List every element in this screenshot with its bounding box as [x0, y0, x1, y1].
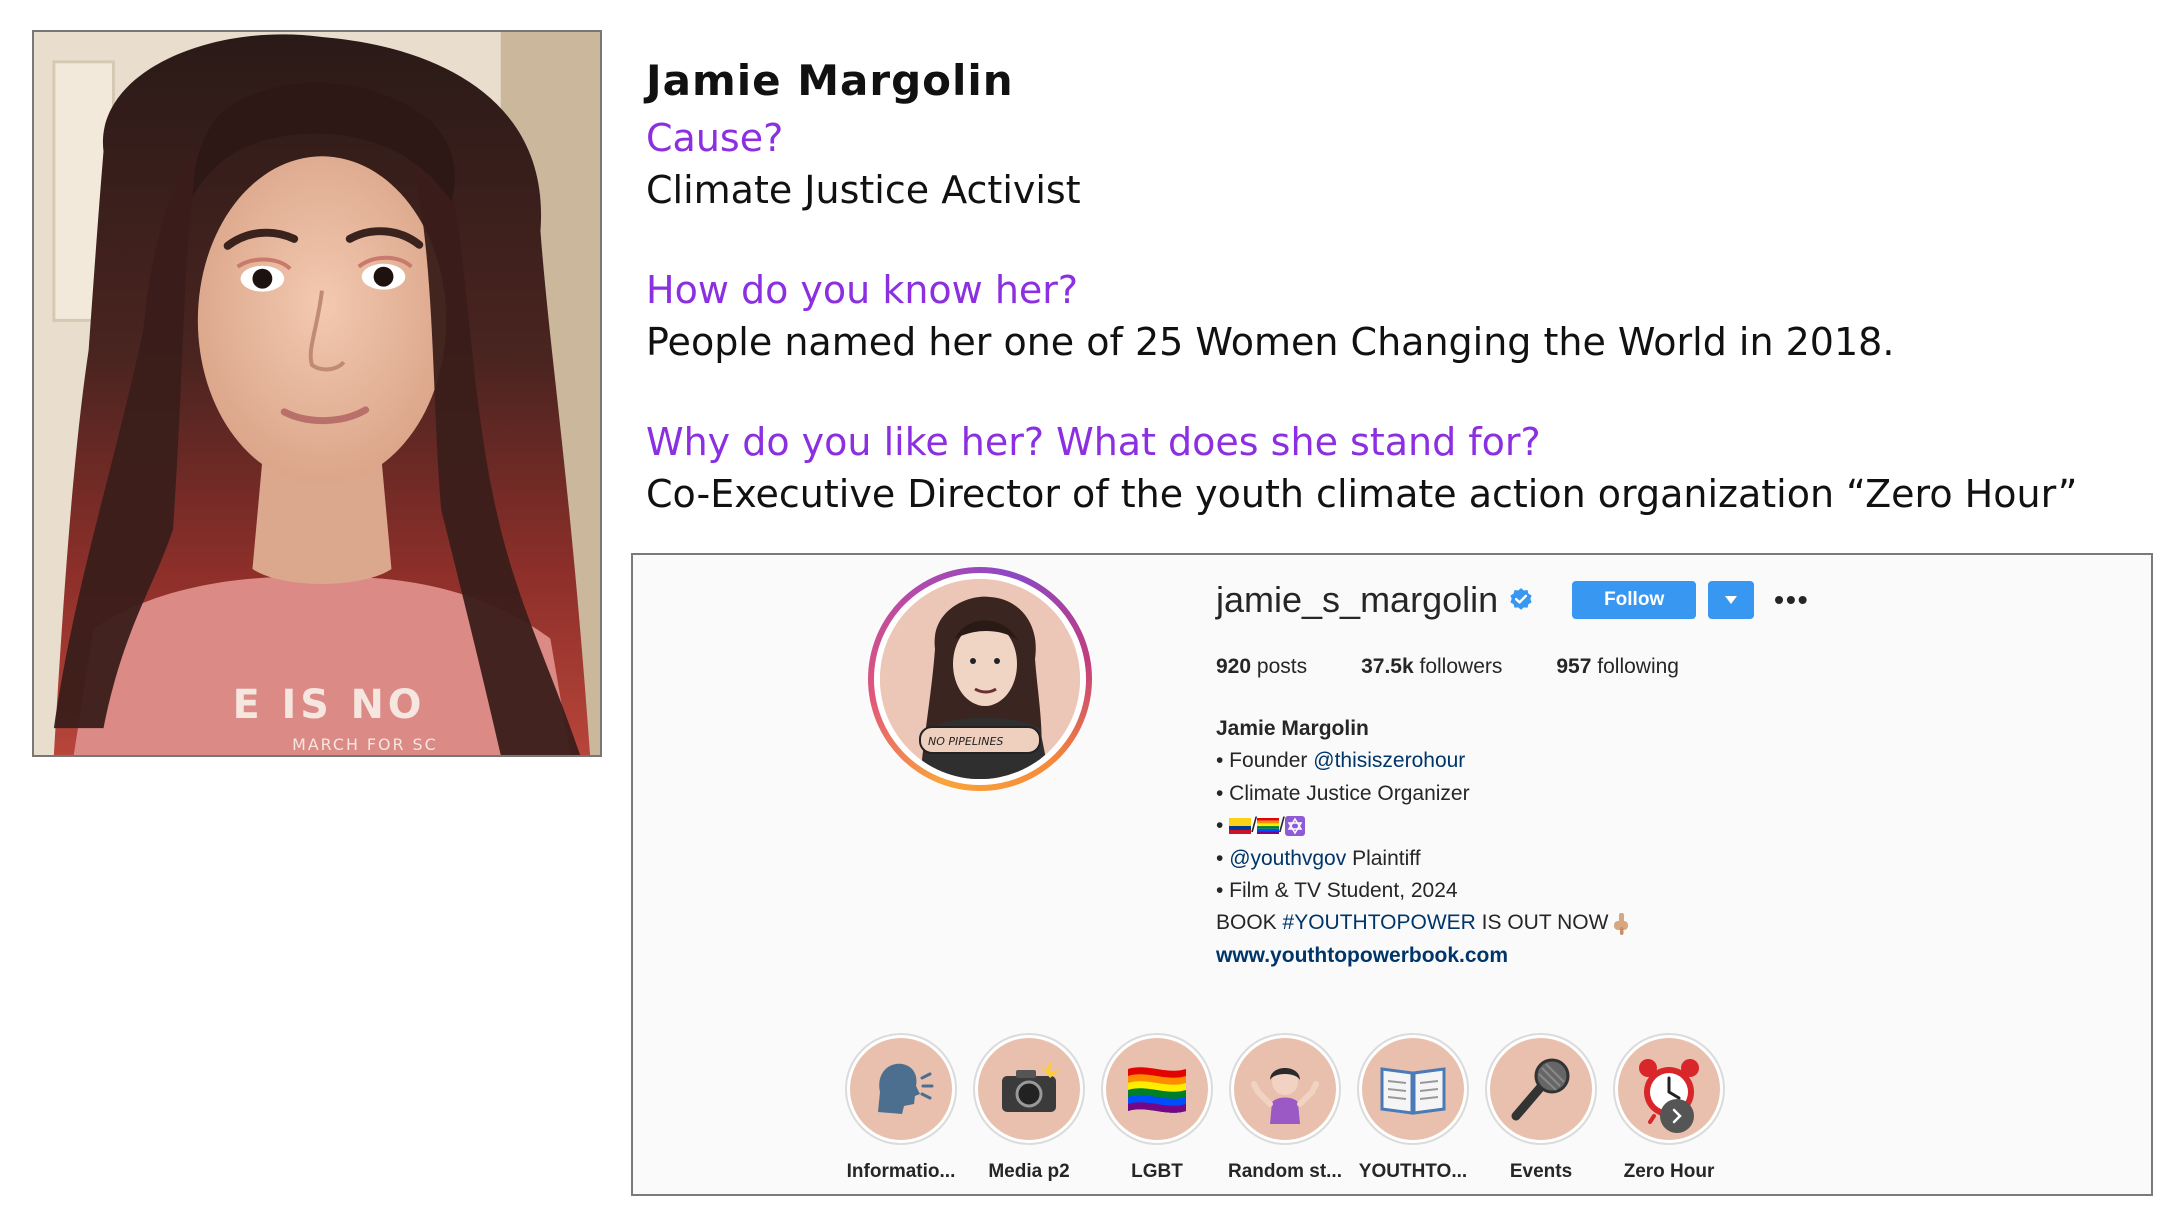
bio-founder-line: • Founder @thisiszerohour — [1216, 745, 1630, 777]
highlight-thumbnail — [1234, 1038, 1336, 1140]
bio-student-line: • Film & TV Student, 2024 — [1216, 879, 1458, 903]
bio-plaintiff-suffix: Plaintiff — [1346, 846, 1421, 870]
posts-label: posts — [1256, 655, 1308, 678]
answer-cause: Climate Justice Activist — [646, 168, 1081, 212]
question-cause: Cause? — [646, 116, 784, 160]
camera-flash-icon — [1002, 1060, 1060, 1112]
portrait-photo: E IS NO MARCH FOR SC — [32, 30, 602, 757]
story-highlights: Informatio... Media p2 LGBT Random st...… — [826, 1033, 1926, 1183]
avatar-caption: NO PIPELINES — [928, 735, 1003, 748]
profile-header: jamie_s_margolin Follow ••• — [1216, 579, 1810, 621]
thisiszerohour-link[interactable]: @thisiszerohour — [1313, 745, 1465, 777]
portrait-illustration: E IS NO MARCH FOR SC — [34, 32, 600, 755]
answer-why-like: Co-Executive Director of the youth clima… — [646, 472, 2078, 516]
website-link[interactable]: www.youthtopowerbook.com — [1216, 940, 1630, 972]
rainbow-flag-icon — [1257, 818, 1280, 835]
suggested-dropdown-button[interactable] — [1708, 581, 1755, 619]
follow-button[interactable]: Follow — [1572, 581, 1697, 619]
highlight-ring — [1485, 1033, 1597, 1145]
bio-founder-prefix: • Founder — [1216, 749, 1314, 773]
youthvgov-link[interactable]: @youthvgov — [1229, 843, 1346, 875]
person-name: Jamie Margolin — [646, 56, 1014, 105]
shirt-text: E IS NO — [233, 682, 426, 728]
answer-how-know: People named her one of 25 Women Changin… — [646, 320, 1895, 364]
question-how-know: How do you know her? — [646, 268, 1079, 312]
following-count: 957 — [1556, 655, 1592, 678]
posts-count: 920 — [1216, 655, 1252, 678]
username: jamie_s_margolin — [1216, 579, 1499, 620]
following-label: following — [1597, 655, 1679, 678]
profile-avatar[interactable]: NO PIPELINES — [868, 567, 1092, 791]
verified-badge-icon — [1510, 588, 1532, 610]
bio-book-suffix: IS OUT NOW — [1475, 911, 1609, 935]
highlight-ring — [973, 1033, 1085, 1145]
highlights-next-button[interactable] — [1660, 1099, 1694, 1133]
instagram-profile-screenshot: NO PIPELINES jamie_s_margolin Follow •••… — [631, 553, 2153, 1196]
highlight-thumbnail — [1106, 1038, 1208, 1140]
bio-flags-prefix: • — [1216, 814, 1230, 838]
followers-count: 37.5k — [1361, 655, 1414, 678]
shrugging-person-icon — [1251, 1068, 1319, 1124]
bio-plaintiff-prefix: • — [1216, 846, 1230, 870]
microphone-icon — [1511, 1058, 1570, 1121]
bio-section: Jamie Margolin Cause? Climate Justice Ac… — [646, 50, 2146, 520]
highlight-ring — [1101, 1033, 1213, 1145]
following-stat[interactable]: 957 following — [1556, 655, 1679, 679]
avatar-illustration: NO PIPELINES — [880, 579, 1080, 779]
colombia-flag-icon — [1229, 818, 1252, 835]
shirt-subtext: MARCH FOR SC — [292, 735, 437, 754]
bio-book-line: BOOK #YOUTHTOPOWER IS OUT NOW — [1216, 907, 1630, 939]
highlight-thumbnail — [850, 1038, 952, 1140]
full-name: Jamie Margolin — [1216, 717, 1369, 740]
chevron-right-icon — [1672, 1108, 1682, 1124]
youthtopower-hashtag-link[interactable]: #YOUTHTOPOWER — [1283, 907, 1476, 939]
star-of-david-icon — [1284, 816, 1305, 837]
rainbow-flag-icon — [1128, 1067, 1186, 1113]
bio-organizer-line: • Climate Justice Organizer — [1216, 781, 1470, 805]
caret-down-icon — [1725, 596, 1738, 604]
speaking-head-icon — [878, 1063, 934, 1114]
bio-flags-line: • / / — [1216, 810, 1630, 842]
bio-plaintiff-line: • @youthvgov Plaintiff — [1216, 843, 1630, 875]
posts-stat: 920 posts — [1216, 655, 1307, 679]
question-why-like: Why do you like her? What does she stand… — [646, 420, 1541, 464]
open-book-icon — [1380, 1067, 1446, 1115]
highlight-thumbnail — [1362, 1038, 1464, 1140]
more-options-icon[interactable]: ••• — [1774, 586, 1809, 614]
highlight-thumbnail — [978, 1038, 1080, 1140]
highlight-label: Zero Hour — [1623, 1161, 1715, 1182]
slide: E IS NO MARCH FOR SC Jamie Margolin Caus… — [0, 0, 2178, 1216]
profile-bio: Jamie Margolin • Founder @thisiszerohour… — [1216, 713, 1630, 972]
followers-stat[interactable]: 37.5k followers — [1361, 655, 1502, 679]
highlight-ring — [1229, 1033, 1341, 1145]
avatar-drawing: NO PIPELINES — [880, 579, 1080, 779]
highlight-thumbnail — [1490, 1038, 1592, 1140]
highlight-ring — [845, 1033, 957, 1145]
highlight-ring — [1357, 1033, 1469, 1145]
bio-book-prefix: BOOK — [1216, 911, 1283, 935]
followers-label: followers — [1419, 655, 1503, 678]
pointing-down-hand-icon — [1614, 912, 1629, 935]
profile-stats: 920 posts 37.5k followers 957 following — [1216, 655, 1733, 679]
